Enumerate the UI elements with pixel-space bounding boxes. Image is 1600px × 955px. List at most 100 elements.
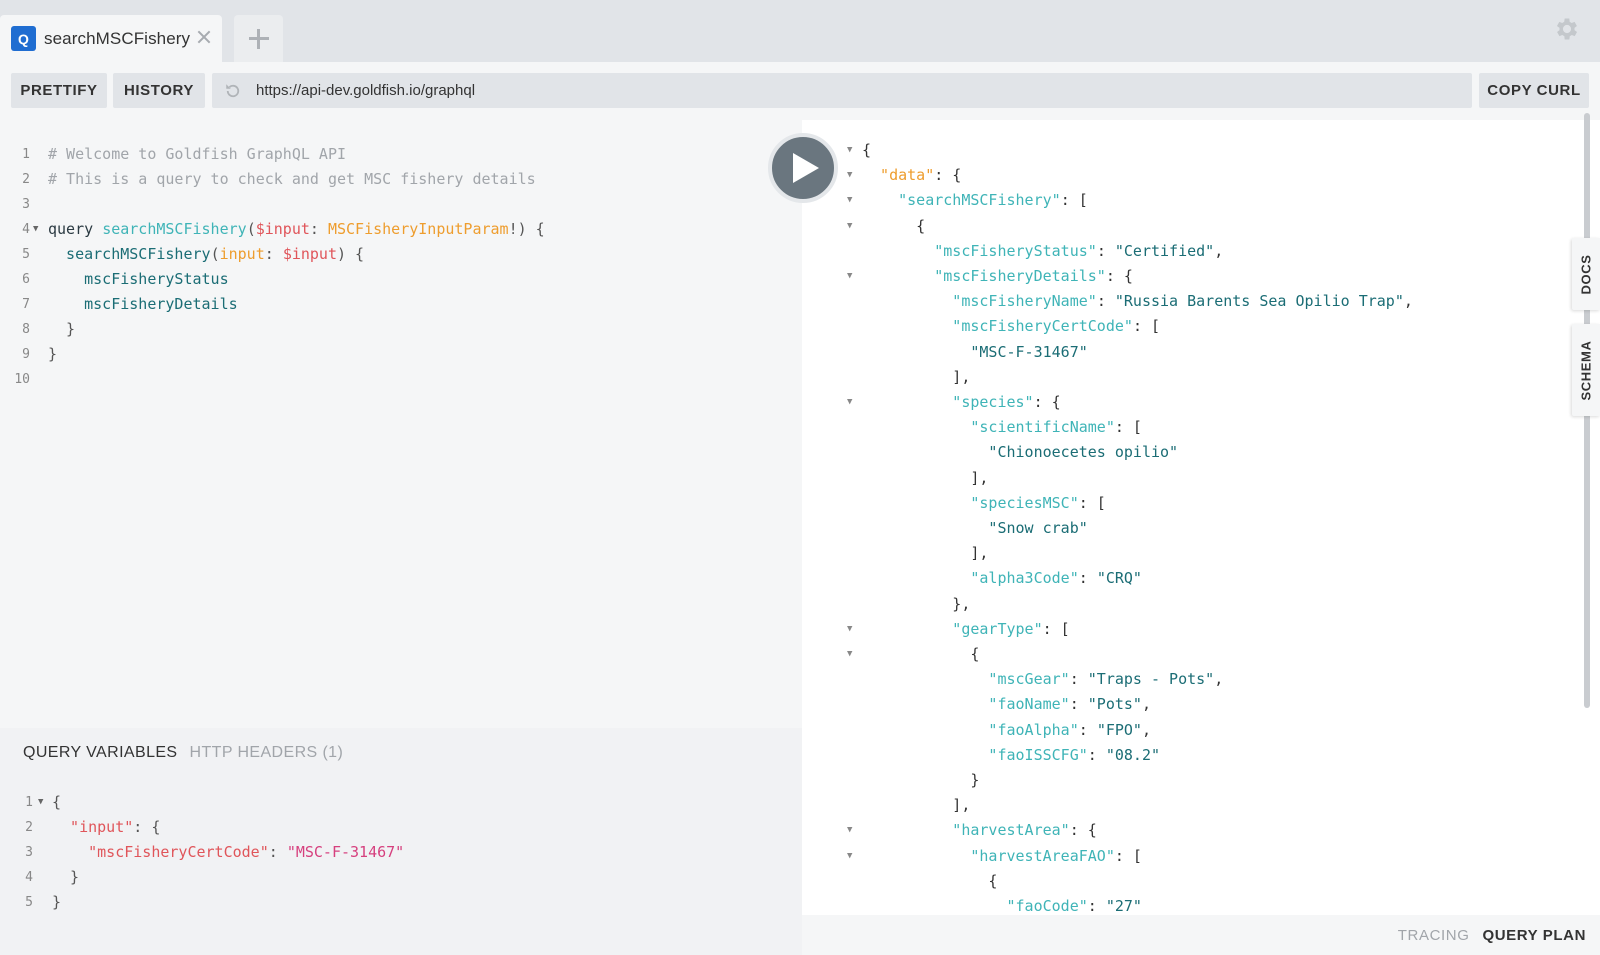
fold-toggle-icon[interactable]: ▼ xyxy=(847,390,852,415)
close-icon[interactable] xyxy=(195,28,213,46)
code-token: ( xyxy=(210,245,220,263)
fold-toggle-icon[interactable]: ▼ xyxy=(847,163,852,188)
code-text: "faoISSCFG": "08.2" xyxy=(862,743,1160,768)
code-token: "Russia Barents Sea Opilio Trap" xyxy=(1114,292,1404,311)
fold-toggle-icon[interactable]: ▼ xyxy=(847,818,852,843)
line-number: 5 xyxy=(22,247,30,262)
code-token: ) { xyxy=(337,245,365,263)
code-text: { xyxy=(862,642,979,667)
endpoint-url: https://api-dev.goldfish.io/graphql xyxy=(256,82,476,99)
code-text: mscFisheryDetails xyxy=(48,292,238,317)
fold-toggle-icon[interactable]: ▼ xyxy=(847,844,852,869)
code-token: { xyxy=(862,216,926,235)
query-line: 3 xyxy=(0,192,760,217)
query-badge-icon: Q xyxy=(11,26,36,51)
history-button[interactable]: HISTORY xyxy=(113,73,205,108)
code-token: "MSC-F-31467" xyxy=(286,843,405,861)
fold-toggle-icon[interactable]: ▼ xyxy=(847,264,852,289)
code-token: $input xyxy=(282,245,337,263)
code-text: "faoCode": "27" xyxy=(862,894,1141,915)
code-text: } xyxy=(52,890,61,915)
code-token: "08.2" xyxy=(1105,745,1161,764)
variables-editor[interactable]: 1 ▼{2 "input": {3 "mscFisheryCertCode": "… xyxy=(0,728,802,955)
gear-icon[interactable] xyxy=(1553,15,1581,43)
code-token: "gearType" xyxy=(862,619,1043,638)
result-line: ▼ "harvestAreaFAO": [ xyxy=(802,844,1562,869)
tab-searchMSCFishery[interactable]: Q searchMSCFishery xyxy=(0,15,222,62)
code-token: "faoAlpha" xyxy=(862,720,1079,739)
fold-toggle-icon[interactable]: ▼ xyxy=(847,188,852,213)
tab-bar: Q searchMSCFishery xyxy=(0,0,1600,62)
code-token: : { xyxy=(133,818,161,836)
run-query-button[interactable] xyxy=(768,133,838,203)
code-token: "mscFisheryCertCode" xyxy=(52,843,269,861)
code-token: : xyxy=(1069,670,1088,689)
query-line: 1 # Welcome to Goldfish GraphQL API xyxy=(0,142,760,167)
code-text: ], xyxy=(862,793,970,818)
code-text: # This is a query to check and get MSC f… xyxy=(48,167,536,192)
code-text: { xyxy=(862,138,871,163)
code-token: : xyxy=(1087,897,1106,915)
result-line: ], xyxy=(802,793,1562,818)
code-token: "MSC-F-31467" xyxy=(862,342,1088,361)
code-text: searchMSCFishery(input: $input) { xyxy=(48,242,364,267)
tab-title: searchMSCFishery xyxy=(44,28,191,48)
line-number: 4 xyxy=(22,222,30,237)
result-line: ], xyxy=(802,541,1562,566)
fold-toggle-icon[interactable]: ▼ xyxy=(847,642,852,667)
code-token: } xyxy=(52,893,62,911)
line-number: 9 xyxy=(22,347,30,362)
fold-toggle-icon[interactable]: ▼ xyxy=(847,214,852,239)
code-token: "FPO" xyxy=(1096,720,1142,739)
code-token: , xyxy=(1141,720,1151,739)
code-text: "faoName": "Pots", xyxy=(862,692,1151,717)
code-token: : xyxy=(264,245,283,263)
code-text: ], xyxy=(862,541,988,566)
code-token: "mscFisheryCertCode" xyxy=(862,317,1133,336)
tracing-tab[interactable]: TRACING xyxy=(1398,927,1470,944)
code-text: } xyxy=(52,865,79,890)
code-text: "species": { xyxy=(862,390,1061,415)
result-line: ▼ { xyxy=(802,214,1562,239)
code-text: "Chionoecetes opilio" xyxy=(862,440,1178,465)
fold-toggle-icon[interactable]: ▼ xyxy=(38,790,43,815)
docs-tab[interactable]: DOCS xyxy=(1572,238,1600,310)
code-text: }, xyxy=(862,592,970,617)
result-line: "faoISSCFG": "08.2" xyxy=(802,743,1562,768)
code-token: "data" xyxy=(862,166,935,185)
code-token: : { xyxy=(1033,393,1061,411)
result-line: ▼ "searchMSCFishery": [ xyxy=(802,188,1562,213)
result-line: ], xyxy=(802,466,1562,491)
fold-toggle-icon[interactable]: ▼ xyxy=(847,138,852,163)
prettify-button[interactable]: PRETTIFY xyxy=(11,73,107,108)
copy-curl-button[interactable]: COPY CURL xyxy=(1479,73,1589,108)
fold-toggle-icon[interactable]: ▼ xyxy=(33,217,38,242)
code-token: : [ xyxy=(1042,619,1070,638)
code-token: : [ xyxy=(1060,191,1088,210)
line-number: 3 xyxy=(25,845,33,860)
schema-tab[interactable]: SCHEMA xyxy=(1572,324,1600,416)
code-text: "gearType": [ xyxy=(862,617,1070,642)
code-token: "Traps - Pots" xyxy=(1087,670,1215,689)
query-editor[interactable]: 1 # Welcome to Goldfish GraphQL API 2 # Thi… xyxy=(0,120,802,728)
code-token: input xyxy=(219,245,265,263)
code-token: "Snow crab" xyxy=(862,519,1088,537)
endpoint-url-input[interactable]: https://api-dev.goldfish.io/graphql xyxy=(212,73,1472,108)
variables-line: 2 "input": { xyxy=(0,815,790,840)
code-text: { xyxy=(862,869,997,894)
new-tab-button[interactable] xyxy=(234,15,283,62)
result-line: "alpha3Code": "CRQ" xyxy=(802,566,1562,591)
query-plan-tab[interactable]: QUERY PLAN xyxy=(1482,927,1586,944)
schema-label: SCHEMA xyxy=(1578,340,1594,400)
query-line: 10 xyxy=(0,367,760,392)
code-token: { xyxy=(862,645,980,663)
fold-toggle-icon[interactable]: ▼ xyxy=(847,617,852,642)
code-token: { xyxy=(862,141,872,159)
code-token: searchMSCFishery xyxy=(102,220,247,238)
variables-line: 3 "mscFisheryCertCode": "MSC-F-31467" xyxy=(0,840,790,865)
code-text: "harvestAreaFAO": [ xyxy=(862,844,1142,869)
code-token: # This is a query to check and get MSC f… xyxy=(48,170,536,188)
code-token: , xyxy=(1214,670,1224,689)
result-line: "mscFisheryCertCode": [ xyxy=(802,314,1562,339)
reload-icon[interactable] xyxy=(224,82,242,100)
